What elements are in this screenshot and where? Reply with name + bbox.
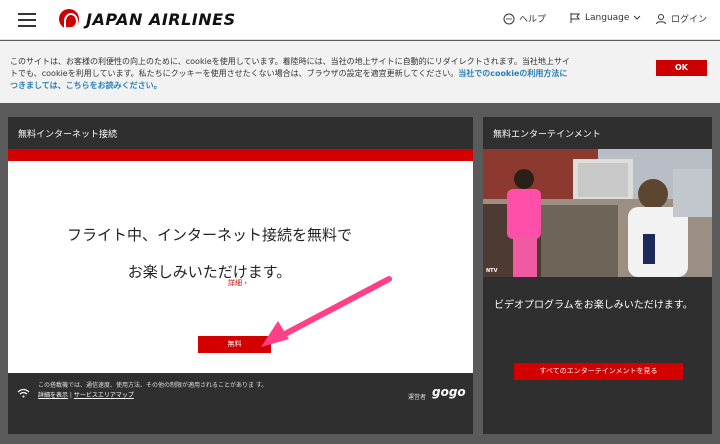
help-label: ヘルプ bbox=[519, 15, 547, 25]
wifi-details-link[interactable]: 詳細を表示 bbox=[38, 392, 68, 399]
top-header: JAPAN AIRLINES ヘルプ Language ログイン bbox=[0, 0, 720, 40]
pointer-arrow-icon bbox=[261, 276, 392, 347]
wifi-footer-notice: この搭載機では、通信速度、使用方法、その他の制限が適用されることがありま す。 bbox=[38, 382, 268, 389]
wifi-icon bbox=[17, 388, 30, 398]
login-label: ログイン bbox=[671, 15, 708, 25]
cookie-banner: このサイトは、お客様の利便性の向上のために、cookieを使用しています。着陸時… bbox=[0, 41, 720, 103]
red-accent-bar bbox=[8, 149, 473, 161]
login-link[interactable]: ログイン bbox=[655, 12, 707, 25]
language-label: Language bbox=[585, 13, 630, 23]
wifi-panel-title: 無料インターネット接続 bbox=[18, 130, 118, 140]
wifi-footer-text: この搭載機では、通信速度、使用方法、その他の制限が適用されることがありま す。詳… bbox=[38, 382, 268, 399]
wifi-panel: 無料インターネット接続 フライト中、インターネット接続を無料で お楽しみいただけ… bbox=[8, 117, 473, 434]
logo-text[interactable]: JAPAN AIRLINES bbox=[86, 10, 236, 29]
cookie-ok-button[interactable]: OK bbox=[656, 60, 707, 76]
entertainment-text: ビデオプログラムをお楽しみいただけます。 bbox=[494, 300, 693, 311]
user-icon bbox=[656, 13, 666, 24]
see-all-entertainment-button[interactable]: すべてのエンターテインメントを見る bbox=[514, 363, 683, 380]
ntv-caption: NTV bbox=[486, 268, 498, 274]
wifi-detail-link[interactable]: 詳細 › bbox=[228, 278, 247, 288]
wifi-heading: フライト中、インターネット接続を無料で bbox=[66, 226, 352, 244]
gogo-logo: gogo bbox=[432, 385, 466, 399]
entertainment-image[interactable]: NTV bbox=[483, 149, 712, 277]
jal-logo-icon[interactable] bbox=[59, 9, 79, 29]
cookie-text: このサイトは、お客様の利便性の向上のために、cookieを使用しています。着陸時… bbox=[10, 56, 570, 92]
video-thumbnail bbox=[483, 149, 712, 277]
menu-icon[interactable] bbox=[18, 13, 36, 27]
help-link[interactable]: ヘルプ bbox=[503, 12, 546, 25]
operator-label: 運営者 bbox=[408, 394, 427, 401]
entertainment-panel-title: 無料エンターテインメント bbox=[493, 130, 601, 140]
entertainment-panel: 無料エンターテインメント NTV ビデオプログラムをお楽しみいただけます。 すべ… bbox=[483, 117, 712, 434]
flag-icon bbox=[570, 13, 581, 23]
language-select[interactable]: Language bbox=[569, 12, 641, 24]
chat-icon bbox=[503, 13, 515, 24]
service-area-map-link[interactable]: サービスエリアマップ bbox=[74, 392, 134, 399]
chevron-down-icon bbox=[634, 15, 641, 20]
